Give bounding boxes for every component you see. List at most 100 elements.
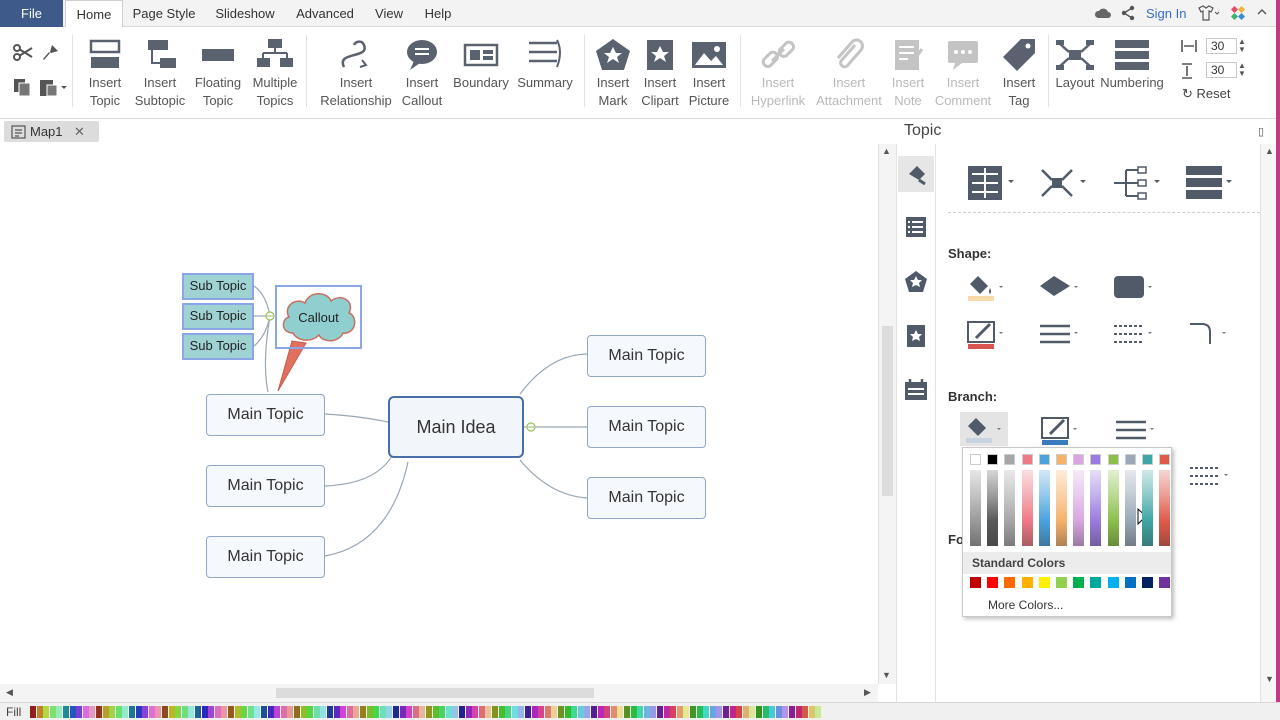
fill-swatch[interactable]: [287, 706, 294, 718]
fill-swatch[interactable]: [313, 706, 320, 718]
fill-swatch[interactable]: [399, 706, 406, 718]
pin-icon[interactable]: ▯: [1258, 125, 1264, 138]
calendar-panel-icon[interactable]: [904, 378, 928, 405]
topic-style-icon[interactable]: [966, 164, 1016, 205]
fill-swatch[interactable]: [690, 706, 696, 718]
fill-swatch[interactable]: [129, 706, 135, 718]
theme-color-swatch[interactable]: [1038, 454, 1050, 465]
main-topic-node[interactable]: Main Topic: [587, 335, 706, 377]
insert-callout-button[interactable]: Insert Callout: [398, 37, 446, 109]
clipart-panel-icon[interactable]: [905, 324, 927, 351]
fill-swatch[interactable]: [162, 706, 168, 718]
fill-swatch[interactable]: [657, 706, 663, 718]
fill-swatch[interactable]: [716, 706, 723, 718]
theme-shade-column[interactable]: [1073, 470, 1085, 546]
fill-swatch[interactable]: [373, 706, 380, 718]
theme-color-swatch[interactable]: [1142, 454, 1153, 465]
mind-map-canvas[interactable]: Main Idea Main Topic Main Topic Main Top…: [0, 144, 878, 684]
theme-color-swatch[interactable]: [1073, 454, 1085, 465]
fill-swatch[interactable]: [419, 706, 426, 718]
fill-swatch[interactable]: [782, 706, 789, 718]
fill-swatch[interactable]: [122, 706, 129, 718]
more-colors-button[interactable]: More Colors...: [988, 598, 1063, 612]
theme-color-swatch[interactable]: [1124, 454, 1136, 465]
fill-swatch[interactable]: [82, 706, 89, 718]
fill-swatch[interactable]: [432, 706, 439, 718]
fill-swatch[interactable]: [333, 706, 340, 718]
theme-shade-column[interactable]: [1038, 470, 1050, 546]
fill-swatch[interactable]: [604, 706, 611, 718]
fill-swatch[interactable]: [597, 706, 604, 718]
file-menu[interactable]: File: [0, 0, 63, 27]
share-icon[interactable]: [1120, 5, 1136, 24]
main-topic-node[interactable]: Main Topic: [206, 465, 325, 507]
fill-swatch[interactable]: [267, 706, 274, 718]
theme-color-swatch[interactable]: [1056, 454, 1067, 465]
scroll-left-icon[interactable]: ◀: [6, 687, 13, 698]
fill-swatch[interactable]: [188, 706, 195, 718]
fill-swatch[interactable]: [214, 706, 221, 718]
summary-button[interactable]: Summary: [516, 37, 574, 91]
fill-swatch[interactable]: [439, 706, 446, 718]
fill-swatch[interactable]: [538, 706, 545, 718]
cut-icon[interactable]: [12, 43, 34, 66]
insert-picture-button[interactable]: Insert Picture: [686, 37, 732, 109]
sub-topic-node[interactable]: Sub Topic: [182, 273, 254, 300]
horizontal-spacing-input[interactable]: 30: [1206, 38, 1237, 54]
standard-color-swatch[interactable]: [1090, 577, 1102, 588]
numbering-button[interactable]: Numbering: [1098, 37, 1166, 91]
fill-swatch[interactable]: [201, 706, 208, 718]
theme-shade-column[interactable]: [1159, 470, 1171, 546]
fill-swatch[interactable]: [155, 706, 162, 718]
fill-swatch[interactable]: [736, 706, 743, 718]
tab-help[interactable]: Help: [418, 0, 458, 27]
fill-swatch[interactable]: [320, 706, 327, 718]
fill-swatch[interactable]: [254, 706, 261, 718]
fill-swatch[interactable]: [703, 706, 710, 718]
fill-swatch[interactable]: [89, 706, 96, 718]
vertical-spacing-input[interactable]: 30: [1206, 62, 1237, 78]
fill-swatch[interactable]: [274, 706, 281, 718]
fill-swatch[interactable]: [472, 706, 479, 718]
multiple-topics-button[interactable]: Multiple Topics: [248, 37, 302, 109]
fill-swatch[interactable]: [630, 706, 637, 718]
fill-swatch[interactable]: [624, 706, 630, 718]
theme-color-swatch[interactable]: [1159, 454, 1171, 465]
line-dash-icon[interactable]: [1112, 320, 1156, 353]
vertical-scrollbar[interactable]: ▲ ▼: [878, 144, 896, 684]
fill-swatch[interactable]: [637, 706, 644, 718]
fill-swatch[interactable]: [353, 706, 360, 718]
fill-swatch[interactable]: [610, 706, 617, 718]
boundary-button[interactable]: Boundary: [450, 37, 512, 91]
format-brush-icon[interactable]: [905, 162, 929, 189]
fill-swatch[interactable]: [591, 706, 597, 718]
fill-swatch[interactable]: [379, 706, 386, 718]
fill-swatch[interactable]: [551, 706, 558, 718]
tab-slideshow[interactable]: Slideshow: [208, 0, 282, 27]
horizontal-scrollbar[interactable]: ◀ ▶: [0, 684, 878, 702]
scroll-down-icon[interactable]: ▼: [1265, 674, 1274, 684]
fill-swatch[interactable]: [802, 706, 809, 718]
fill-swatch[interactable]: [584, 706, 591, 718]
branch-fill-color-icon[interactable]: [964, 416, 1004, 447]
fill-swatch[interactable]: [340, 706, 347, 718]
callout-node[interactable]: Callout: [275, 285, 362, 349]
shape-diamond-icon[interactable]: [1038, 274, 1082, 305]
fill-swatch[interactable]: [643, 706, 650, 718]
line-weight-icon[interactable]: [1038, 320, 1082, 353]
fill-swatch[interactable]: [445, 706, 452, 718]
insert-tag-button[interactable]: Insert Tag: [996, 37, 1042, 109]
insert-subtopic-button[interactable]: Insert Subtopic: [134, 37, 186, 109]
fill-swatch[interactable]: [696, 706, 703, 718]
fill-swatch[interactable]: [465, 706, 472, 718]
standard-color-swatch[interactable]: [1021, 577, 1033, 588]
fill-swatch[interactable]: [386, 706, 393, 718]
standard-color-swatch[interactable]: [1159, 577, 1171, 588]
tab-advanced[interactable]: Advanced: [290, 0, 360, 27]
fill-swatch[interactable]: [663, 706, 670, 718]
sign-in-link[interactable]: Sign In: [1146, 6, 1186, 21]
vertical-scroll-thumb[interactable]: [882, 326, 893, 496]
layout-button[interactable]: Layout: [1052, 37, 1098, 91]
document-tab[interactable]: Map1 ✕: [4, 121, 99, 142]
fill-swatch[interactable]: [723, 706, 729, 718]
